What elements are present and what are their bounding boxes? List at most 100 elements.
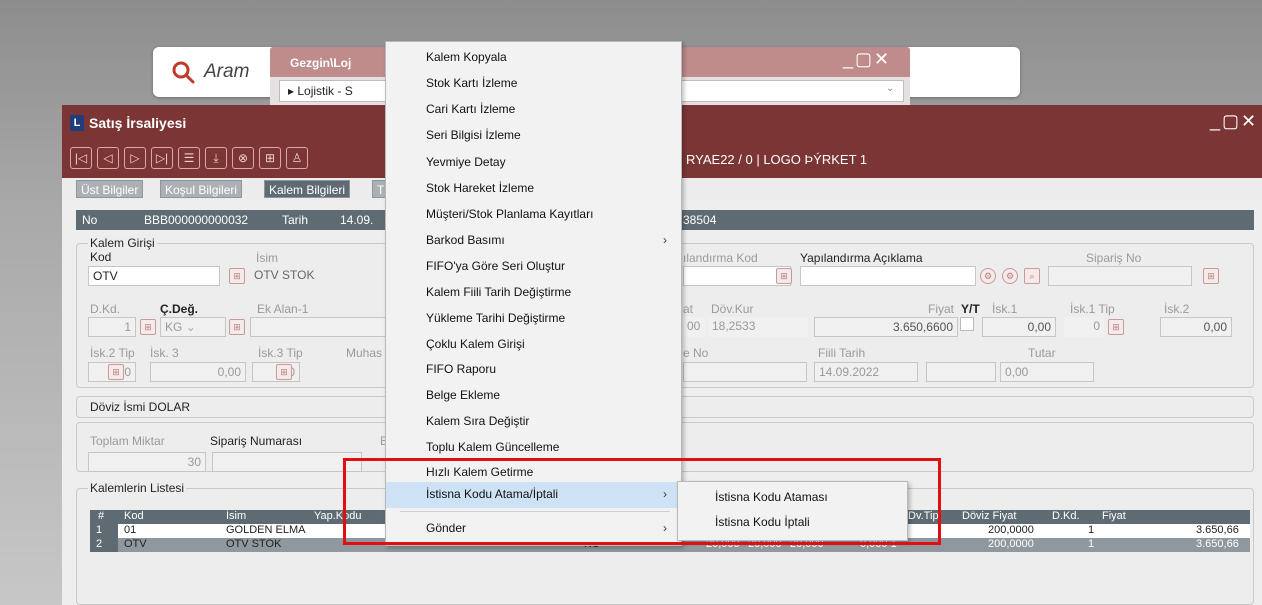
menu-item-barkod[interactable]: Barkod Basımı › <box>386 228 681 254</box>
siparis-no-input[interactable] <box>1048 266 1192 286</box>
menu-item[interactable]: Seri Bilgisi İzleme <box>386 123 681 149</box>
yap-aciklama-label: Yapılandırma Açıklama <box>800 251 923 265</box>
tab-ust-bilgiler[interactable]: Üst Bilgiler <box>76 180 144 198</box>
isk2-label: İsk.2 <box>1164 302 1190 316</box>
last-record-icon[interactable]: ▷| <box>151 147 173 169</box>
dkd-lookup-icon[interactable]: ⊞ <box>140 319 156 335</box>
main-window-controls[interactable]: _▢✕ <box>1210 111 1258 132</box>
menu-item[interactable]: Stok Kartı İzleme <box>386 71 681 97</box>
chevron-down-icon[interactable]: ⌄ <box>886 83 894 94</box>
isk2-tip-lookup-icon[interactable]: ⊞ <box>108 364 124 380</box>
search-small-icon[interactable]: ⌕ <box>1024 268 1040 284</box>
fiyat-input[interactable]: 3.650,6600 <box>814 317 958 337</box>
cancel-icon[interactable]: ⊗ <box>232 147 254 169</box>
first-record-icon[interactable]: |◁ <box>70 147 92 169</box>
menu-item[interactable]: Müşteri/Stok Planlama Kayıtları <box>386 202 681 228</box>
toplam-miktar-input[interactable]: 30 <box>88 452 206 472</box>
gezgin-window-controls[interactable]: _▢✕ <box>843 49 891 70</box>
row-number: 2 <box>90 538 118 552</box>
date-label: Tarih <box>282 213 309 227</box>
col-doviz-fiyat[interactable]: Döviz Fiyat <box>962 510 1016 522</box>
yt-label: Y/T <box>961 302 980 316</box>
isk1-tip-label: İsk.1 Tip <box>1070 302 1115 316</box>
menu-item-label: Müşteri/Stok Planlama Kayıtları <box>426 207 594 221</box>
window-title: Satış İrsaliyesi <box>89 115 187 131</box>
kod-input[interactable]: OTV <box>88 266 220 286</box>
annotation-highlight-box <box>343 458 941 545</box>
fiili-tarih-input[interactable]: 14.09.2022 <box>814 362 918 382</box>
menu-item[interactable]: Çoklu Kalem Girişi <box>386 332 681 358</box>
yap-aciklama-input[interactable] <box>800 266 976 286</box>
dov-kur-value[interactable]: 18,2533 <box>708 317 808 337</box>
menu-item-label: Yevmiye Detay <box>426 155 506 169</box>
col-fiyat[interactable]: Fiyat <box>1102 510 1126 522</box>
menu-item[interactable]: FIFO'ya Göre Seri Oluştur <box>386 254 681 280</box>
no-label: No <box>82 213 98 227</box>
prev-record-icon[interactable]: ◁ <box>97 147 119 169</box>
cell-doviz-fiyat: 200,0000 <box>988 538 1034 550</box>
isim-value[interactable]: OTV STOK <box>250 266 386 286</box>
col-dkd[interactable]: D.Kd. <box>1052 510 1080 522</box>
kod-label: Kod <box>90 250 112 264</box>
col-kod[interactable]: Kod <box>124 510 144 522</box>
e-no-input[interactable] <box>683 362 807 382</box>
cdeg-value: KG <box>165 320 183 334</box>
menu-item[interactable]: FIFO Raporu <box>386 357 681 383</box>
cell-isim: GOLDEN ELMA <box>226 524 306 536</box>
col-num[interactable]: # <box>98 510 104 522</box>
tutar-label: Tutar <box>1028 346 1056 360</box>
list-icon[interactable]: ☰ <box>178 147 200 169</box>
col-isim[interactable]: İsim <box>226 510 246 522</box>
yap-kod-lookup-icon[interactable]: ⊞ <box>776 268 792 284</box>
doviz-label: Döviz İsmi DOLAR <box>90 400 191 414</box>
isk1-input[interactable]: 0,00 <box>982 317 1056 337</box>
isk1-tip-value[interactable]: 0 <box>1064 317 1104 337</box>
isk3-label: İsk. 3 <box>150 346 179 360</box>
menu-item[interactable]: Cari Kartı İzleme <box>386 97 681 123</box>
menu-item[interactable]: Stok Hareket İzleme <box>386 176 681 202</box>
search-icon <box>172 61 195 84</box>
siparis-numarasi-input[interactable] <box>212 452 362 472</box>
tutar-input[interactable]: 0,00 <box>1000 362 1094 382</box>
siparis-lookup-icon[interactable]: ⊞ <box>1203 268 1219 284</box>
isk2-tip-label: İsk.2 Tip <box>90 346 135 360</box>
menu-item[interactable]: Kalem Kopyala <box>386 45 681 71</box>
menu-item[interactable]: Yevmiye Detay <box>386 150 681 176</box>
blank-field[interactable] <box>926 362 996 382</box>
isk2-input[interactable]: 0,00 <box>1160 317 1232 337</box>
yt-checkbox[interactable] <box>960 317 974 331</box>
dkd-label: D.Kd. <box>90 302 121 316</box>
ek-alan-input[interactable] <box>250 317 386 337</box>
menu-item[interactable]: Yükleme Tarihi Değiştirme <box>386 306 681 332</box>
isk3-tip-lookup-icon[interactable]: ⊞ <box>276 364 292 380</box>
tab-kosul-bilgileri[interactable]: Koşul Bilgileri <box>160 180 243 198</box>
menu-item[interactable]: Kalem Fiili Tarih Değiştirme <box>386 280 681 306</box>
menu-item-label: Çoklu Kalem Girişi <box>426 337 525 351</box>
cdeg-label: Ç.Değ. <box>160 302 199 316</box>
menu-item[interactable]: Kalem Sıra Değiştir <box>386 409 681 435</box>
isk3-input[interactable]: 0,00 <box>150 362 246 382</box>
cdeg-select[interactable]: KG ⌄ <box>160 317 226 337</box>
next-record-icon[interactable]: ▷ <box>124 147 146 169</box>
save-icon[interactable]: ⤓ <box>205 147 227 169</box>
isk1-tip-lookup-icon[interactable]: ⊞ <box>1108 319 1124 335</box>
dkd-input[interactable]: 1 <box>88 317 136 337</box>
dov-kur-label: Döv.Kur <box>711 302 754 316</box>
gear-icon[interactable]: ⚙ <box>1002 268 1018 284</box>
menu-item[interactable]: Belge Ekleme <box>386 383 681 409</box>
user-icon[interactable]: ♙ <box>286 147 308 169</box>
cell-fiyat: 3.650,66 <box>1196 538 1239 550</box>
settings-icon[interactable]: ⚙ <box>980 268 996 284</box>
tab-kalem-bilgileri[interactable]: Kalem Bilgileri <box>264 180 351 198</box>
company-info: RYAE22 / 0 | LOGO ÞÝRKET 1 <box>686 152 868 167</box>
kod-lookup-icon[interactable]: ⊞ <box>229 268 245 284</box>
cdeg-lookup-icon[interactable]: ⊞ <box>229 319 245 335</box>
siparis-no-label: Sipariş No <box>1086 251 1142 265</box>
fiyat-label: Fiyat <box>928 302 955 316</box>
search-input[interactable]: Aram <box>204 61 249 83</box>
gezgin-path: Lojistik - S <box>297 84 353 98</box>
add-icon[interactable]: ⊞ <box>259 147 281 169</box>
yap-kod-input[interactable] <box>683 266 791 286</box>
cell-fiyat: 3.650,66 <box>1196 524 1239 536</box>
cell-kod: 01 <box>124 524 137 536</box>
